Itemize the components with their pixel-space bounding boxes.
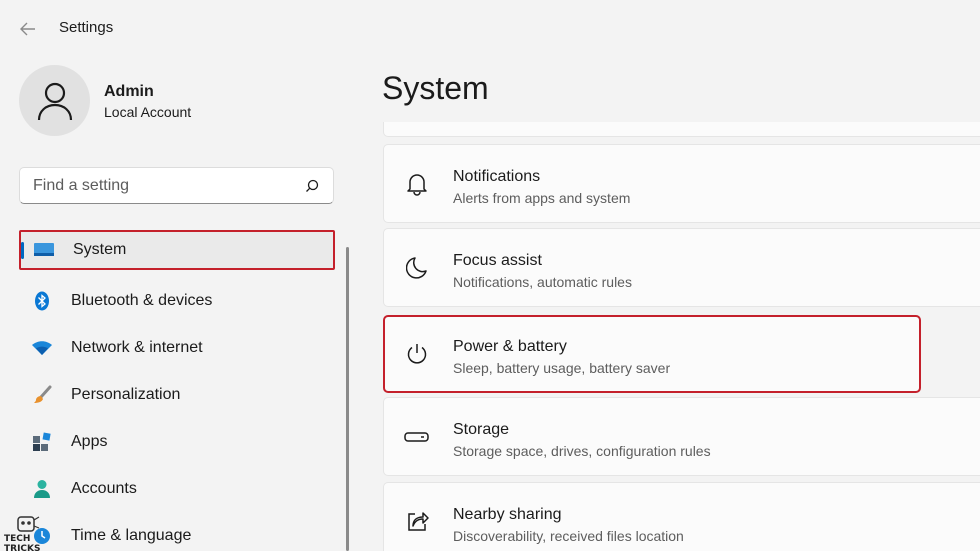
title-bar: Settings (0, 0, 980, 56)
search-input[interactable] (33, 176, 293, 195)
card-subtitle: Storage space, drives, configuration rul… (453, 443, 711, 459)
sidebar-item-bluetooth[interactable]: Bluetooth & devices (19, 277, 335, 324)
robot-logo-icon (17, 516, 40, 532)
apps-icon (31, 431, 53, 453)
drive-icon (404, 424, 430, 450)
sidebar-item-label: Bluetooth & devices (71, 291, 213, 309)
sidebar-nav: System Bluetooth & devices Network & int… (19, 230, 335, 551)
sidebar-item-label: Accounts (71, 479, 137, 497)
search-box[interactable] (19, 167, 334, 204)
page-title: System (382, 70, 489, 106)
sidebar-item-label: Time & language (71, 526, 192, 544)
app-title: Settings (59, 19, 114, 36)
card-title: Notifications (453, 168, 541, 185)
sidebar-item-label: Network & internet (71, 338, 203, 356)
bluetooth-icon (31, 290, 53, 312)
watermark-text: TECH TRICKS (4, 534, 41, 551)
settings-list: Notifications Alerts from apps and syste… (383, 122, 980, 551)
search-icon[interactable] (303, 177, 321, 195)
wifi-icon (31, 337, 53, 359)
sidebar-item-accounts[interactable]: Accounts (19, 465, 335, 512)
user-icon (37, 82, 72, 120)
card-title: Storage (453, 421, 510, 438)
card-subtitle: Notifications, automatic rules (453, 274, 632, 290)
storage-card[interactable]: Storage Storage space, drives, configura… (383, 397, 980, 476)
moon-icon (404, 255, 430, 281)
nearby-sharing-card[interactable]: Nearby sharing Discoverability, received… (383, 482, 980, 551)
card-title: Power & battery (453, 338, 567, 355)
card-title: Nearby sharing (453, 506, 562, 523)
card-subtitle: Alerts from apps and system (453, 190, 631, 206)
card-subtitle: Discoverability, received files location (453, 528, 684, 544)
share-icon (404, 509, 430, 535)
profile-account-type: Local Account (104, 104, 192, 120)
sidebar-item-label: Personalization (71, 385, 181, 403)
sidebar-item-label: System (73, 241, 127, 258)
sidebar-item-label: Apps (71, 432, 108, 450)
power-battery-card[interactable]: Power & battery Sleep, battery usage, ba… (383, 315, 921, 393)
person-icon (31, 478, 53, 500)
bell-icon (404, 171, 430, 197)
profile-name: Admin (104, 83, 154, 100)
sidebar-scrollbar[interactable] (346, 247, 349, 551)
sidebar-item-personalization[interactable]: Personalization (19, 371, 335, 418)
notifications-card[interactable]: Notifications Alerts from apps and syste… (383, 144, 980, 223)
sidebar-item-time-language[interactable]: Time & language (19, 512, 335, 551)
sidebar-item-apps[interactable]: Apps (19, 418, 335, 465)
settings-card-partial[interactable] (383, 122, 980, 137)
avatar[interactable] (19, 65, 90, 136)
sidebar-item-system[interactable]: System (19, 230, 335, 270)
focus-assist-card[interactable]: Focus assist Notifications, automatic ru… (383, 228, 980, 307)
arrow-left-icon (20, 22, 35, 36)
brush-icon (31, 384, 53, 406)
back-button[interactable] (14, 16, 42, 42)
monitor-icon (33, 239, 55, 261)
card-title: Focus assist (453, 252, 542, 269)
sidebar-item-network[interactable]: Network & internet (19, 324, 335, 371)
power-icon (404, 341, 430, 367)
watermark-logo: TECH TRICKS (4, 514, 54, 551)
card-subtitle: Sleep, battery usage, battery saver (453, 360, 671, 376)
